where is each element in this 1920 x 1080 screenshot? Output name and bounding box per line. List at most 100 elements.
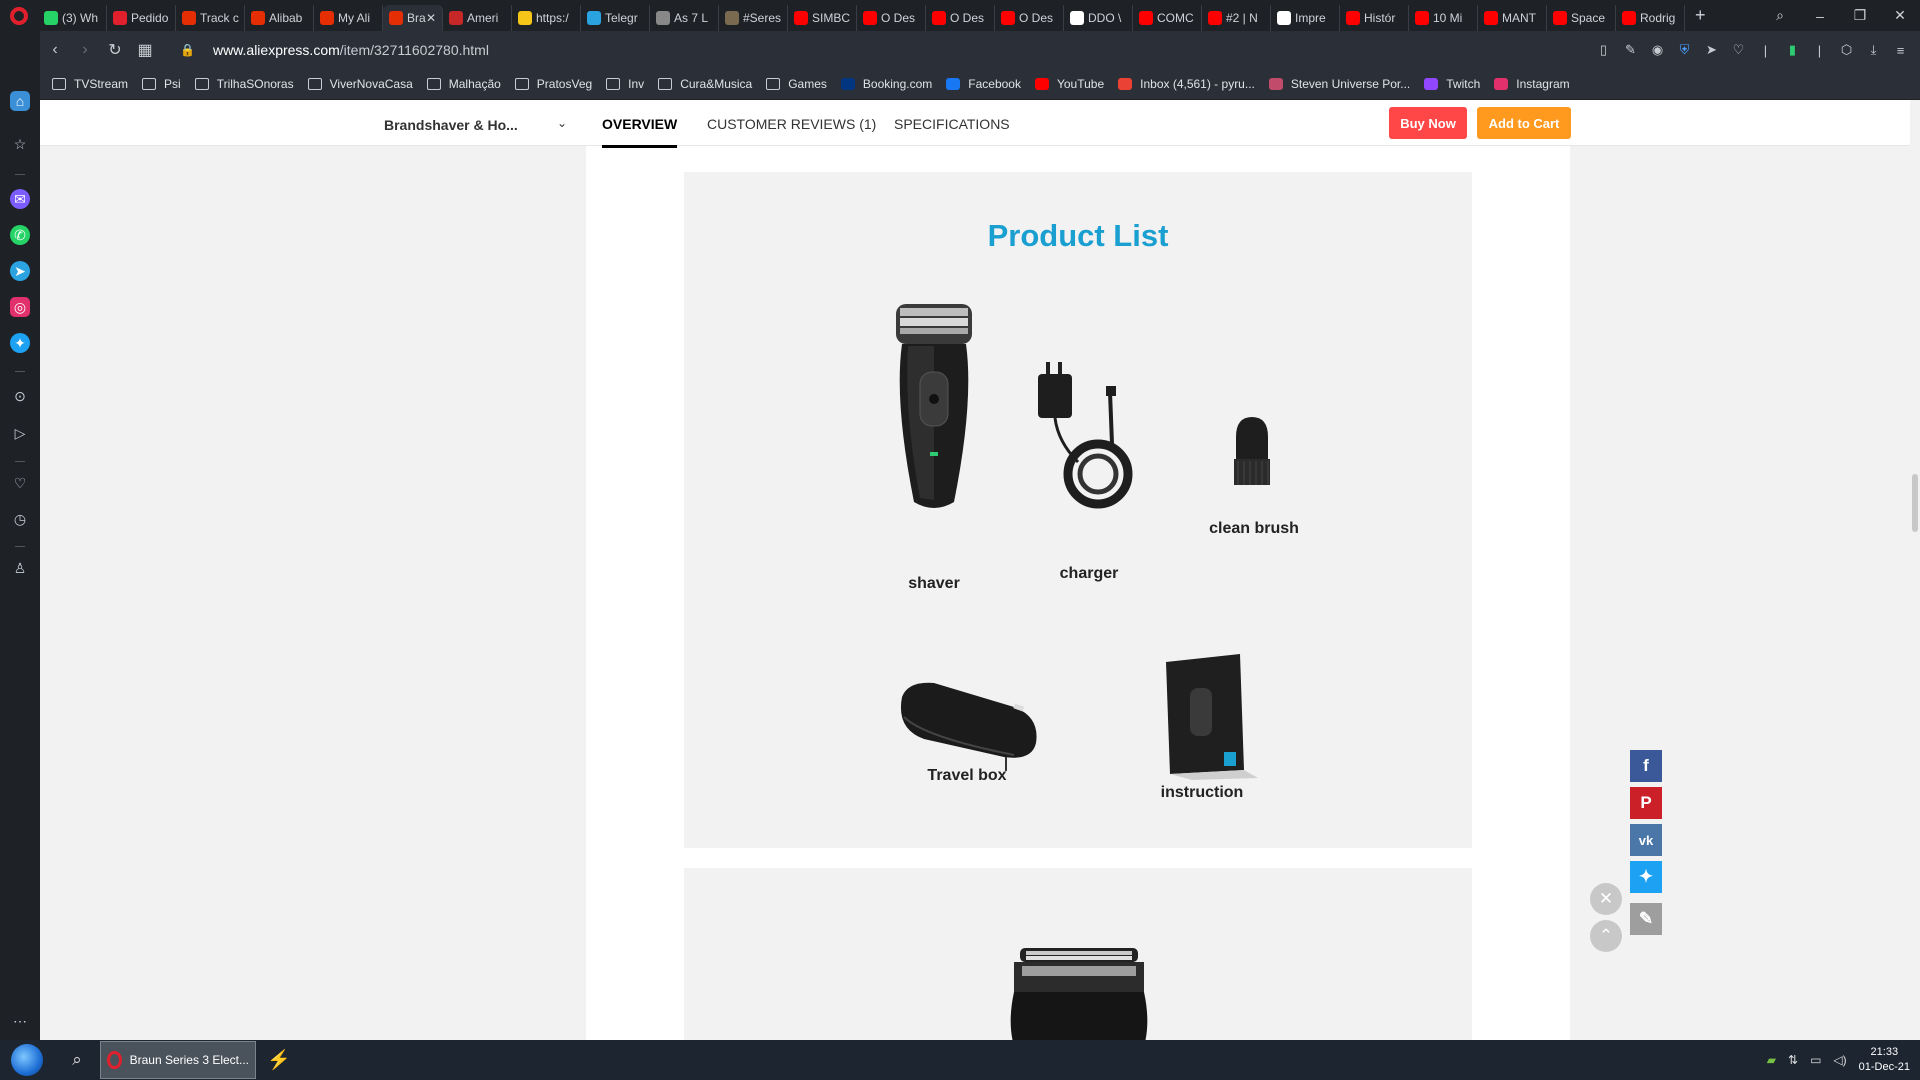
browser-tab[interactable]: Track c xyxy=(176,5,245,31)
monitor-icon[interactable]: ▭ xyxy=(1810,1053,1821,1067)
browser-tab[interactable]: MANT xyxy=(1478,5,1547,31)
bookmark-item[interactable]: Instagram xyxy=(1494,77,1570,91)
telegram-icon[interactable]: ➤ xyxy=(10,261,30,281)
bookmark-item[interactable]: Games xyxy=(766,77,827,91)
camera-icon[interactable]: ◉ xyxy=(1644,42,1671,58)
scrollbar-thumb[interactable] xyxy=(1912,474,1918,532)
url-field[interactable]: 🔒 www.aliexpress.com/item/32711602780.ht… xyxy=(180,42,489,58)
bookmark-item[interactable]: TrilhaSOnoras xyxy=(194,77,294,91)
bookmark-item[interactable]: Steven Universe Por... xyxy=(1268,77,1410,91)
home-icon[interactable]: ⌂ xyxy=(10,91,30,111)
tiles-icon[interactable]: ▦ xyxy=(130,40,160,60)
flow-icon[interactable]: ▷ xyxy=(10,423,30,443)
browser-tab[interactable]: SIMBC xyxy=(788,5,857,31)
store-name[interactable]: Brandshaver & Ho... xyxy=(384,117,518,133)
bookmark-item[interactable]: Facebook xyxy=(946,77,1021,91)
browser-tab[interactable]: Alibab xyxy=(245,5,314,31)
browser-tab[interactable]: O Des xyxy=(995,5,1064,31)
pencil-icon[interactable]: ✎ xyxy=(1630,903,1662,935)
extension-icon[interactable]: ▮ xyxy=(1779,42,1806,58)
bookmark-item[interactable]: PratosVeg xyxy=(514,77,592,91)
browser-tab[interactable]: As 7 L xyxy=(650,5,719,31)
bookmark-item[interactable]: Malhação xyxy=(426,77,501,91)
browser-tab[interactable]: Rodrig xyxy=(1616,5,1685,31)
browser-tab[interactable]: O Des xyxy=(857,5,926,31)
add-to-cart-button[interactable]: Add to Cart xyxy=(1477,107,1571,139)
browser-tab[interactable]: Pedido xyxy=(107,5,176,31)
bookmark-item[interactable]: Psi xyxy=(142,77,181,91)
send-icon[interactable]: ➤ xyxy=(1698,42,1725,58)
twitter-icon[interactable]: ✦ xyxy=(1630,861,1662,893)
heart-icon[interactable]: ♡ xyxy=(1725,42,1752,58)
download-icon[interactable]: ⤓ xyxy=(1860,42,1887,58)
bookmark-item[interactable]: Inv xyxy=(606,77,644,91)
messenger-icon[interactable]: ✉ xyxy=(10,189,30,209)
browser-tab[interactable]: Bra ✕ xyxy=(383,5,443,31)
lightbulb-icon[interactable]: ♙ xyxy=(10,558,30,578)
close-icon[interactable]: ✕ xyxy=(1590,883,1622,915)
forward-icon[interactable]: › xyxy=(70,41,100,59)
browser-tab[interactable]: Histór xyxy=(1340,5,1409,31)
star-icon[interactable]: ☆ xyxy=(10,134,30,154)
browser-tab[interactable]: 10 Mi xyxy=(1409,5,1478,31)
bookmark-item[interactable]: TVStream xyxy=(52,77,128,91)
back-icon[interactable]: ‹ xyxy=(40,41,70,59)
search-tabs-icon[interactable]: ⌕ xyxy=(1760,7,1800,24)
browser-tab[interactable]: Ameri xyxy=(443,5,512,31)
reload-icon[interactable]: ↻ xyxy=(100,40,130,60)
clock[interactable]: 21:33 01-Dec-21 xyxy=(1859,1045,1910,1075)
restore-button[interactable]: ❐ xyxy=(1840,7,1880,24)
history-icon[interactable]: ◷ xyxy=(10,509,30,529)
browser-tab[interactable]: Telegr xyxy=(581,5,650,31)
volume-icon[interactable]: ◁) xyxy=(1833,1053,1846,1067)
browser-tab[interactable]: Space xyxy=(1547,5,1616,31)
browser-tab[interactable]: Impre xyxy=(1271,5,1340,31)
nvidia-icon[interactable]: ▰ xyxy=(1767,1053,1776,1067)
menu-icon[interactable]: ≡ xyxy=(1887,43,1914,58)
browser-tab[interactable]: #Seres xyxy=(719,5,788,31)
browser-tab[interactable]: https:/ xyxy=(512,5,581,31)
browser-tab[interactable]: My Ali xyxy=(314,5,383,31)
close-window-button[interactable]: ✕ xyxy=(1880,7,1920,24)
bookmark-item[interactable]: YouTube xyxy=(1034,77,1104,91)
shield-icon[interactable]: ⛨ xyxy=(1671,42,1698,58)
instagram-icon[interactable]: ◎ xyxy=(10,297,30,317)
browser-tab[interactable]: #2 | N xyxy=(1202,5,1271,31)
taskbar-app-opera[interactable]: Braun Series 3 Elect... xyxy=(100,1041,256,1079)
chevron-down-icon[interactable]: ⌄ xyxy=(557,116,567,130)
tab-overview[interactable]: OVERVIEW xyxy=(602,116,678,148)
reader-icon[interactable]: ▯ xyxy=(1590,42,1617,58)
bookmark-item[interactable]: ViverNovaCasa xyxy=(307,77,413,91)
minimize-button[interactable]: – xyxy=(1800,8,1840,24)
bookmark-item[interactable]: Twitch xyxy=(1424,77,1480,91)
tab-customer-reviews[interactable]: CUSTOMER REVIEWS (1) xyxy=(707,116,876,132)
pinterest-icon[interactable]: P xyxy=(1630,787,1662,819)
snapshot-icon[interactable]: ✎ xyxy=(1617,42,1644,58)
browser-tab[interactable]: (3) Wh xyxy=(38,5,107,31)
bookmark-item[interactable]: Booking.com xyxy=(840,77,932,91)
facebook-icon[interactable]: f xyxy=(1630,750,1662,782)
cube-icon[interactable]: ⬡ xyxy=(1833,42,1860,58)
twitter-icon[interactable]: ✦ xyxy=(10,333,30,353)
close-tab-icon[interactable]: ✕ xyxy=(426,11,436,25)
tab-specifications[interactable]: SPECIFICATIONS xyxy=(894,116,1010,132)
bookmark-item[interactable]: Cura&Musica xyxy=(658,77,752,91)
start-button[interactable] xyxy=(0,1040,54,1080)
heart-icon[interactable]: ♡ xyxy=(10,473,30,493)
pinned-app-icon[interactable]: ⚡ xyxy=(256,1048,302,1072)
network-icon[interactable]: ⇅ xyxy=(1788,1053,1798,1067)
player-icon[interactable]: ⊙ xyxy=(10,386,30,406)
back-to-top-icon[interactable]: ⌃ xyxy=(1590,920,1622,952)
browser-tab[interactable]: COMC xyxy=(1133,5,1202,31)
bookmark-item[interactable]: Inbox (4,561) - pyru... xyxy=(1118,77,1255,91)
search-icon[interactable]: ⌕ xyxy=(54,1050,100,1070)
browser-tab[interactable]: DDO \ xyxy=(1064,5,1133,31)
vk-icon[interactable]: vk xyxy=(1630,824,1662,856)
buy-now-button[interactable]: Buy Now xyxy=(1389,107,1467,139)
more-icon[interactable]: ⋯ xyxy=(10,1011,30,1031)
new-tab-button[interactable]: + xyxy=(1695,5,1706,26)
opera-logo-icon[interactable] xyxy=(0,0,38,31)
whatsapp-icon[interactable]: ✆ xyxy=(10,225,30,245)
page-scrollbar[interactable] xyxy=(1910,100,1920,1040)
browser-tab[interactable]: O Des xyxy=(926,5,995,31)
